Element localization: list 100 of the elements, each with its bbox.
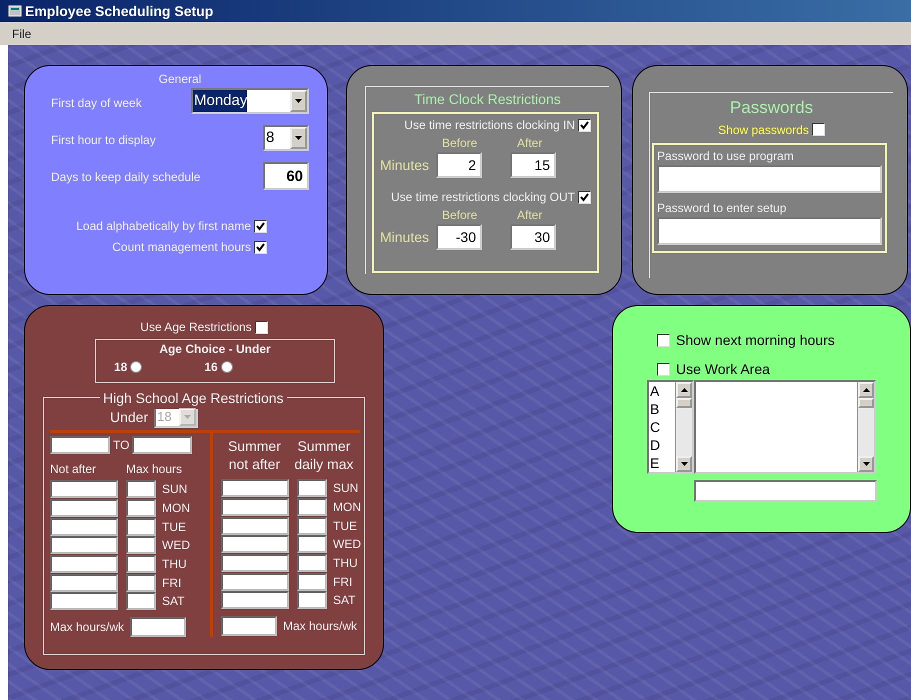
radio-button[interactable] (130, 361, 142, 373)
minutes-field[interactable]: 15 (510, 152, 556, 178)
checkbox[interactable] (254, 320, 268, 334)
hour-dropdown[interactable]: 8 (263, 125, 309, 151)
column-header: Before (442, 135, 478, 152)
checkbox-label: Use Age Restrictions (140, 319, 252, 336)
down-arrow-icon (680, 462, 688, 466)
checkbox-label: Use Work Area (676, 360, 770, 379)
hours-field[interactable] (126, 555, 156, 574)
day-dropdown[interactable]: Monday (191, 88, 309, 114)
column-header: Not after (50, 461, 98, 478)
down-arrow-icon (295, 136, 302, 140)
day-label: SUN (333, 480, 358, 498)
hours-field[interactable] (126, 499, 156, 518)
scrollbar[interactable] (675, 382, 692, 472)
time-field[interactable] (50, 518, 118, 536)
up-arrow-icon (862, 388, 870, 392)
hours-field[interactable] (126, 592, 156, 610)
hours-field[interactable] (126, 536, 156, 554)
checkbox[interactable] (657, 363, 670, 376)
time-field[interactable] (132, 436, 192, 454)
time-field[interactable] (221, 572, 289, 591)
dropdown-arrow-button[interactable] (290, 127, 307, 149)
group-title: Age Choice - Under (158, 341, 272, 358)
hours-field[interactable] (297, 591, 327, 610)
field-label: Password to enter setup (657, 200, 788, 216)
day-label: THU (162, 556, 187, 574)
column-header: Max hours (126, 461, 184, 478)
checkbox-label: Load alphabetically by first name (76, 218, 251, 235)
checkbox-label: Show next morning hours (676, 331, 835, 350)
hours-field[interactable] (126, 518, 156, 536)
hours-field[interactable] (221, 616, 277, 636)
minutes-field[interactable]: -30 (436, 224, 482, 250)
checkbox[interactable] (578, 118, 591, 132)
hours-field[interactable] (126, 480, 156, 498)
time-field[interactable] (221, 498, 289, 516)
time-field[interactable] (50, 480, 118, 498)
time-field[interactable] (50, 555, 118, 574)
checkbox[interactable] (254, 240, 267, 254)
radio-button[interactable] (220, 361, 233, 373)
column-header: Before (442, 207, 478, 224)
hours-field[interactable] (297, 479, 327, 498)
down-arrow-icon (184, 415, 192, 419)
scroll-up-button[interactable] (858, 382, 874, 398)
time-field[interactable] (50, 592, 118, 610)
hours-field[interactable] (130, 616, 186, 637)
password-field[interactable] (657, 164, 882, 192)
time-field[interactable] (221, 591, 289, 610)
scrollbar[interactable] (857, 382, 874, 472)
time-field[interactable] (50, 436, 110, 454)
day-label: TUE (333, 518, 357, 535)
list-item[interactable]: B (649, 400, 675, 418)
text-field[interactable] (694, 480, 877, 502)
field-label: Max hours/wk (50, 618, 124, 636)
down-arrow-icon (295, 99, 302, 103)
scroll-down-button[interactable] (676, 456, 692, 472)
day-label: FRI (333, 574, 352, 591)
scroll-down-button[interactable] (858, 456, 874, 472)
radio-label: 18 (114, 359, 128, 376)
scroll-thumb[interactable] (676, 398, 692, 408)
checkbox[interactable] (657, 334, 670, 347)
time-field[interactable] (50, 536, 118, 554)
time-field[interactable] (221, 516, 289, 535)
minutes-field[interactable]: 30 (510, 224, 556, 250)
days-field[interactable]: 60 (263, 162, 309, 190)
password-field[interactable] (657, 216, 882, 244)
checkbox[interactable] (812, 123, 825, 136)
list-item[interactable]: A (649, 382, 675, 400)
list-item[interactable]: C (649, 418, 675, 436)
checkbox[interactable] (254, 220, 267, 232)
time-field[interactable] (221, 479, 289, 498)
list-box[interactable] (694, 380, 876, 474)
menu-item[interactable]: File (12, 24, 32, 42)
column-header: Summer not after (226, 437, 282, 474)
time-field[interactable] (221, 554, 289, 572)
field-label: First day of week (51, 95, 142, 112)
time-field[interactable] (50, 499, 118, 518)
minutes-field[interactable]: 2 (436, 152, 482, 178)
window-title: Employee Scheduling Setup (25, 2, 214, 21)
hours-field[interactable] (297, 554, 327, 572)
hours-field[interactable] (297, 535, 327, 554)
dropdown-arrow-button[interactable] (290, 90, 307, 112)
scroll-thumb[interactable] (858, 398, 874, 408)
time-field[interactable] (221, 535, 289, 554)
column-header: Summer daily max (293, 437, 354, 474)
day-label: WED (162, 537, 190, 554)
day-label: SAT (162, 593, 184, 610)
list-item[interactable]: D (649, 436, 675, 454)
time-field[interactable] (50, 574, 118, 592)
hours-field[interactable] (126, 574, 156, 592)
checkbox[interactable] (578, 190, 591, 204)
hours-field[interactable] (297, 516, 327, 535)
app-icon (8, 4, 22, 18)
panel-title: Time Clock Restrictions (413, 90, 562, 109)
checkbox-label: Use time restrictions clocking OUT (390, 189, 575, 206)
scroll-up-button[interactable] (676, 382, 692, 398)
hours-field[interactable] (297, 498, 327, 516)
list-item[interactable]: E (649, 454, 675, 472)
hours-field[interactable] (297, 572, 327, 591)
day-label: SUN (162, 481, 188, 498)
